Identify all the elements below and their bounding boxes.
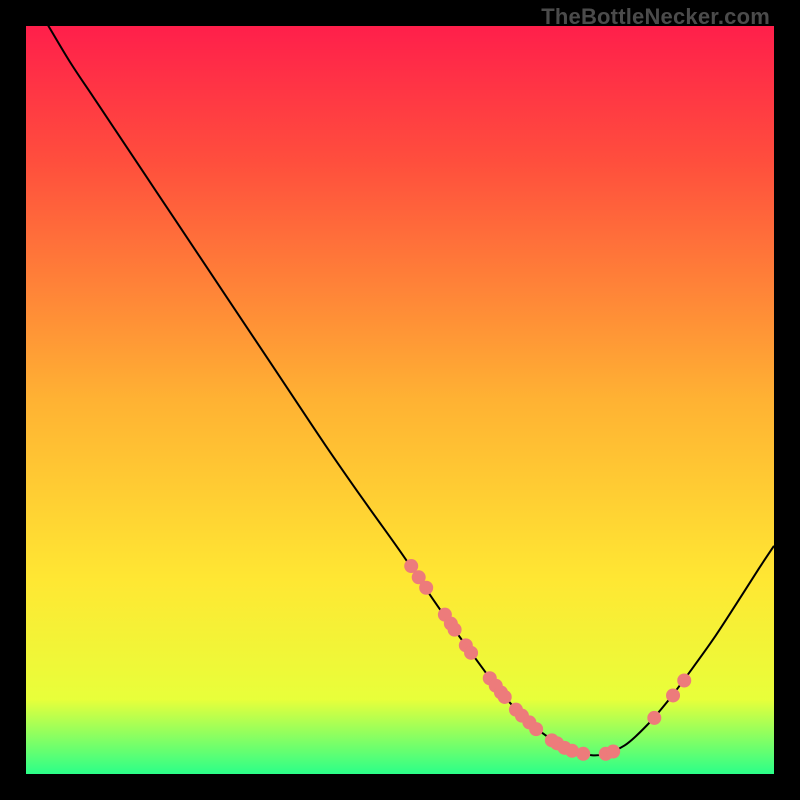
- data-point-marker: [606, 745, 620, 759]
- plot-area: [26, 26, 774, 774]
- data-point-marker: [419, 581, 433, 595]
- data-point-marker: [498, 690, 512, 704]
- data-point-marker: [647, 711, 661, 725]
- data-point-marker: [677, 674, 691, 688]
- data-point-marker: [464, 646, 478, 660]
- data-point-marker: [448, 623, 462, 637]
- data-point-marker: [529, 722, 543, 736]
- data-point-marker: [666, 688, 680, 702]
- outer-frame: TheBottleNecker.com: [0, 0, 800, 800]
- chart-svg: [26, 26, 774, 774]
- chart-background: [26, 26, 774, 774]
- data-point-marker: [576, 747, 590, 761]
- watermark-text: TheBottleNecker.com: [541, 4, 770, 30]
